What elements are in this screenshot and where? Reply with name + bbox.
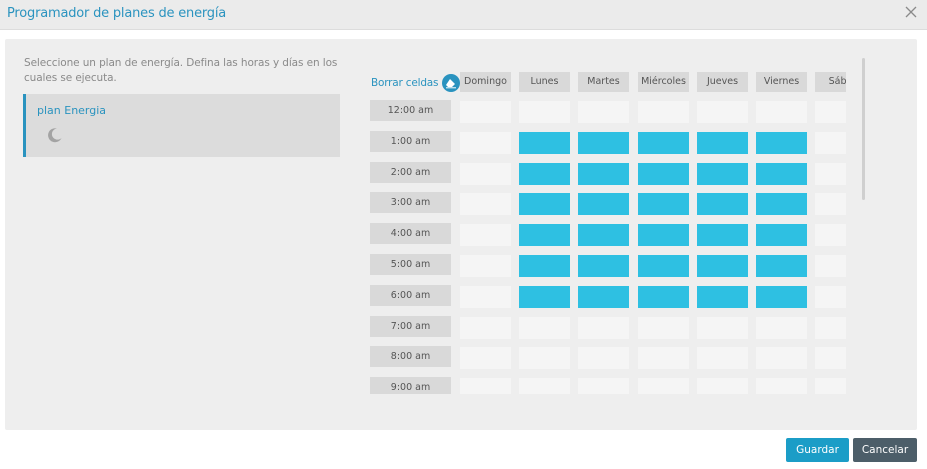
schedule-cell[interactable] — [697, 286, 748, 308]
schedule-cell[interactable] — [638, 132, 689, 154]
schedule-cell[interactable] — [519, 317, 570, 339]
schedule-cell[interactable] — [460, 163, 511, 185]
schedule-cell[interactable] — [638, 317, 689, 339]
schedule-cell[interactable] — [460, 101, 511, 123]
schedule-cell[interactable] — [697, 255, 748, 277]
schedule-cell[interactable] — [578, 286, 629, 308]
hour-label[interactable]: 3:00 am — [370, 192, 451, 213]
schedule-cell[interactable] — [697, 132, 748, 154]
close-icon[interactable] — [904, 5, 918, 19]
schedule-cell[interactable] — [519, 378, 570, 394]
schedule-cell[interactable] — [697, 378, 748, 394]
schedule-cell[interactable] — [638, 101, 689, 123]
schedule-cell[interactable] — [697, 163, 748, 185]
day-header[interactable]: Viernes — [756, 72, 807, 92]
schedule-cell[interactable] — [815, 255, 846, 277]
schedule-grid: Domingo Lunes Martes Miércoles Jueves Viernes… — [369, 70, 846, 394]
hour-label[interactable]: 4:00 am — [370, 223, 451, 244]
hour-label[interactable]: 2:00 am — [370, 162, 451, 183]
schedule-cell[interactable] — [578, 255, 629, 277]
schedule-cell[interactable] — [815, 224, 846, 246]
schedule-cell[interactable] — [578, 317, 629, 339]
schedule-cell[interactable] — [638, 378, 689, 394]
hour-label[interactable]: 6:00 am — [370, 285, 451, 306]
save-button[interactable]: Guardar — [786, 438, 849, 462]
hour-label[interactable]: 12:00 am — [370, 100, 451, 121]
schedule-cell[interactable] — [815, 347, 846, 369]
schedule-cell[interactable] — [519, 163, 570, 185]
day-header[interactable]: Domingo — [460, 72, 511, 92]
schedule-cell[interactable] — [815, 317, 846, 339]
schedule-cell[interactable] — [756, 255, 807, 277]
schedule-cell[interactable] — [519, 286, 570, 308]
schedule-cell[interactable] — [815, 101, 846, 123]
hour-label[interactable]: 8:00 am — [370, 346, 451, 367]
schedule-cell[interactable] — [519, 255, 570, 277]
schedule-cell[interactable] — [697, 224, 748, 246]
schedule-cell[interactable] — [460, 255, 511, 277]
schedule-cell[interactable] — [815, 193, 846, 215]
schedule-cell[interactable] — [638, 286, 689, 308]
schedule-cell[interactable] — [460, 132, 511, 154]
schedule-cell[interactable] — [578, 224, 629, 246]
schedule-cell[interactable] — [638, 163, 689, 185]
plan-list-item[interactable]: plan Energia — [23, 94, 340, 157]
schedule-cell[interactable] — [815, 132, 846, 154]
schedule-cell[interactable] — [578, 163, 629, 185]
schedule-cell[interactable] — [756, 347, 807, 369]
dialog-title: Programador de planes de energía — [7, 6, 227, 21]
schedule-cell[interactable] — [460, 224, 511, 246]
schedule-cell[interactable] — [578, 347, 629, 369]
schedule-cell[interactable] — [519, 101, 570, 123]
schedule-cell[interactable] — [460, 378, 511, 394]
schedule-cell[interactable] — [697, 193, 748, 215]
hour-label[interactable]: 9:00 am — [370, 377, 451, 394]
moon-icon — [46, 126, 64, 144]
day-header[interactable]: Miércoles — [638, 72, 689, 92]
schedule-cell[interactable] — [697, 101, 748, 123]
schedule-cell[interactable] — [519, 132, 570, 154]
schedule-cell[interactable] — [460, 347, 511, 369]
hour-label[interactable]: 1:00 am — [370, 131, 451, 152]
energy-plan-scheduler-dialog: Programador de planes de energía Selecci… — [0, 0, 927, 469]
schedule-cell[interactable] — [756, 193, 807, 215]
schedule-cell[interactable] — [460, 286, 511, 308]
hour-label[interactable]: 5:00 am — [370, 254, 451, 275]
day-header[interactable]: Martes — [578, 72, 629, 92]
day-header[interactable]: Lunes — [519, 72, 570, 92]
schedule-cell[interactable] — [460, 193, 511, 215]
schedule-cell[interactable] — [460, 317, 511, 339]
schedule-cell[interactable] — [578, 193, 629, 215]
day-header[interactable]: Jueves — [697, 72, 748, 92]
grid-scrollbar[interactable] — [862, 58, 865, 200]
schedule-cell[interactable] — [519, 347, 570, 369]
schedule-cell[interactable] — [638, 347, 689, 369]
schedule-cell[interactable] — [638, 224, 689, 246]
plan-name: plan Energia — [37, 104, 107, 117]
schedule-cell[interactable] — [519, 224, 570, 246]
schedule-cell[interactable] — [756, 101, 807, 123]
schedule-cell[interactable] — [578, 132, 629, 154]
dialog-titlebar: Programador de planes de energía — [0, 0, 927, 30]
cancel-button[interactable]: Cancelar — [853, 438, 917, 462]
schedule-cell[interactable] — [697, 347, 748, 369]
schedule-cell[interactable] — [519, 193, 570, 215]
schedule-cell[interactable] — [638, 193, 689, 215]
schedule-cell[interactable] — [815, 163, 846, 185]
schedule-cell[interactable] — [756, 317, 807, 339]
hour-label[interactable]: 7:00 am — [370, 316, 451, 337]
day-header[interactable]: Sába — [815, 72, 846, 92]
schedule-cell[interactable] — [578, 378, 629, 394]
instructions-text: Seleccione un plan de energía. Defina la… — [24, 57, 338, 84]
schedule-cell[interactable] — [756, 378, 807, 394]
schedule-cell[interactable] — [697, 317, 748, 339]
schedule-cell[interactable] — [578, 101, 629, 123]
schedule-cell[interactable] — [756, 132, 807, 154]
schedule-cell[interactable] — [756, 224, 807, 246]
schedule-cell[interactable] — [756, 163, 807, 185]
schedule-cell[interactable] — [815, 286, 846, 308]
schedule-cell[interactable] — [638, 255, 689, 277]
schedule-cell[interactable] — [815, 378, 846, 394]
schedule-cell[interactable] — [756, 286, 807, 308]
